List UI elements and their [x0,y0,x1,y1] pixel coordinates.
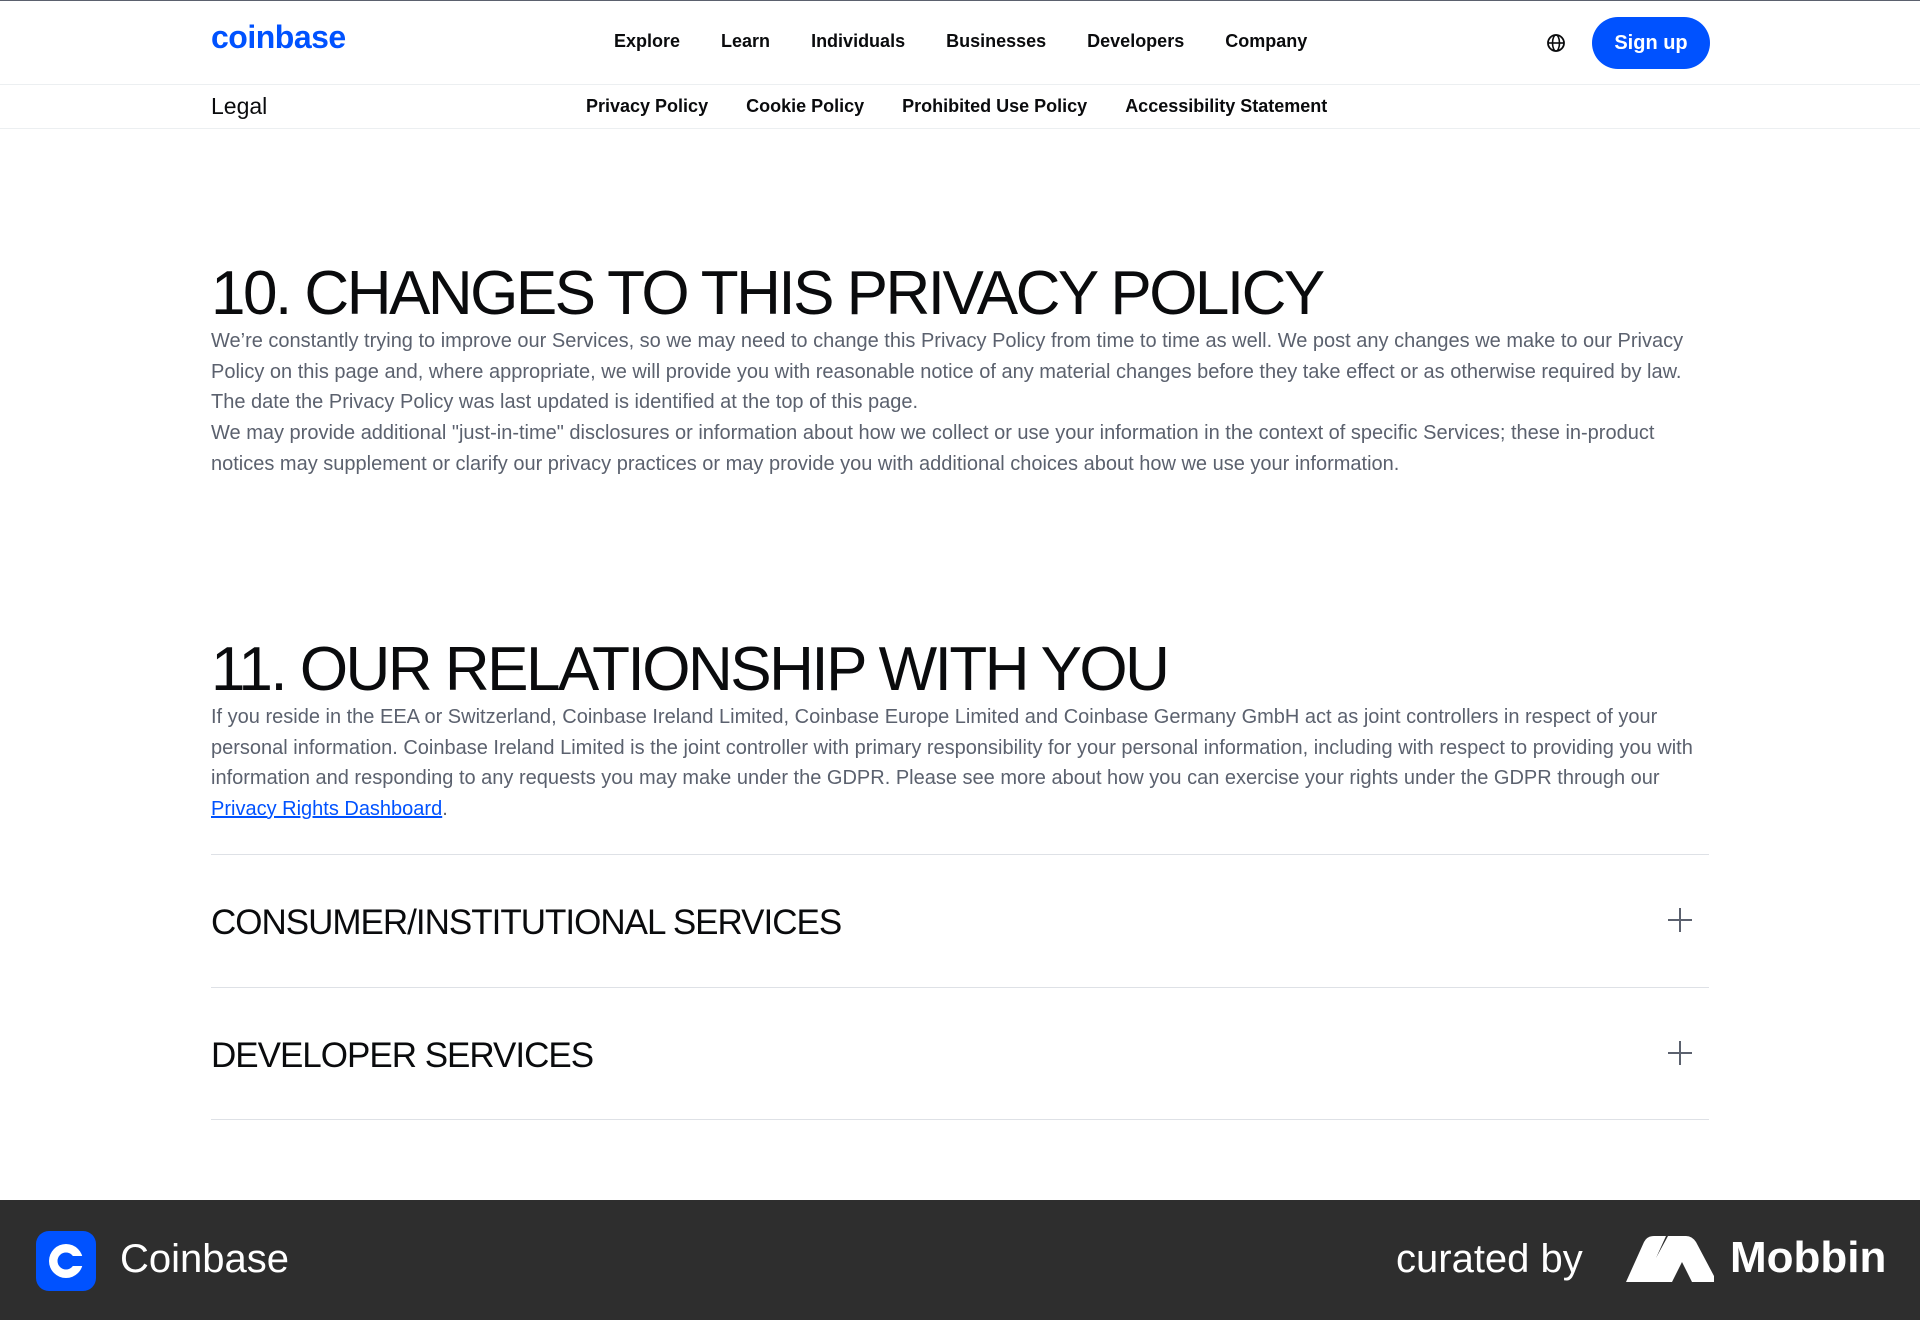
sign-up-button[interactable]: Sign up [1592,17,1710,69]
subnav-privacy-policy[interactable]: Privacy Policy [586,96,708,117]
globe-icon[interactable] [1546,33,1566,53]
nav-item-businesses[interactable]: Businesses [946,31,1046,52]
nav-item-explore[interactable]: Explore [614,31,680,52]
coinbase-app-icon [36,1231,96,1291]
subnav-title: Legal [211,93,268,119]
top-navigation: coinbase Explore Learn Individuals Busin… [0,0,1920,85]
section-10-heading: 10. CHANGES TO THIS PRIVACY POLICY [211,259,1325,328]
mobbin-wordmark: Mobbin [1730,1233,1887,1282]
accordion-title: DEVELOPER SERVICES [211,1036,594,1075]
plus-icon[interactable] [1667,1040,1693,1066]
nav-item-developers[interactable]: Developers [1087,31,1184,52]
curated-by-label: curated by [1396,1237,1583,1281]
footer-bar: Coinbase curated by Mobbin [0,1200,1920,1320]
coinbase-c-icon [49,1244,84,1278]
accordion-consumer-institutional[interactable]: CONSUMER/INSTITUTIONAL SERVICES [211,854,1709,987]
section-10-paragraph-2: We may provide additional "just-in-time"… [211,422,1655,475]
section-11-text-end: . [442,797,448,820]
subnav-accessibility-statement[interactable]: Accessibility Statement [1125,96,1327,117]
section-11-heading: 11. OUR RELATIONSHIP WITH YOU [211,635,1170,704]
privacy-rights-dashboard-link[interactable]: Privacy Rights Dashboard [211,798,442,820]
coinbase-logo[interactable]: coinbase [211,19,346,56]
plus-icon[interactable] [1667,907,1693,933]
app-name: Coinbase [120,1237,290,1281]
section-10-paragraph-1: We’re constantly trying to improve our S… [211,330,1684,413]
accordion-title: CONSUMER/INSTITUTIONAL SERVICES [211,903,842,942]
nav-item-individuals[interactable]: Individuals [811,31,905,52]
subnav-prohibited-use-policy[interactable]: Prohibited Use Policy [902,96,1087,117]
main-nav: Explore Learn Individuals Businesses Dev… [614,31,1348,52]
nav-item-company[interactable]: Company [1225,31,1307,52]
legal-links: Privacy Policy Cookie Policy Prohibited … [586,96,1365,117]
section-11-paragraph: If you reside in the EEA or Switzerland,… [211,702,1709,824]
subnav-cookie-policy[interactable]: Cookie Policy [746,96,864,117]
section-11-text: If you reside in the EEA or Switzerland,… [211,706,1693,789]
accordion-developer-services[interactable]: DEVELOPER SERVICES [211,987,1709,1120]
legal-subnav: Legal Privacy Policy Cookie Policy Prohi… [0,85,1920,129]
nav-item-learn[interactable]: Learn [721,31,770,52]
mobbin-logo-icon [1626,1236,1714,1282]
